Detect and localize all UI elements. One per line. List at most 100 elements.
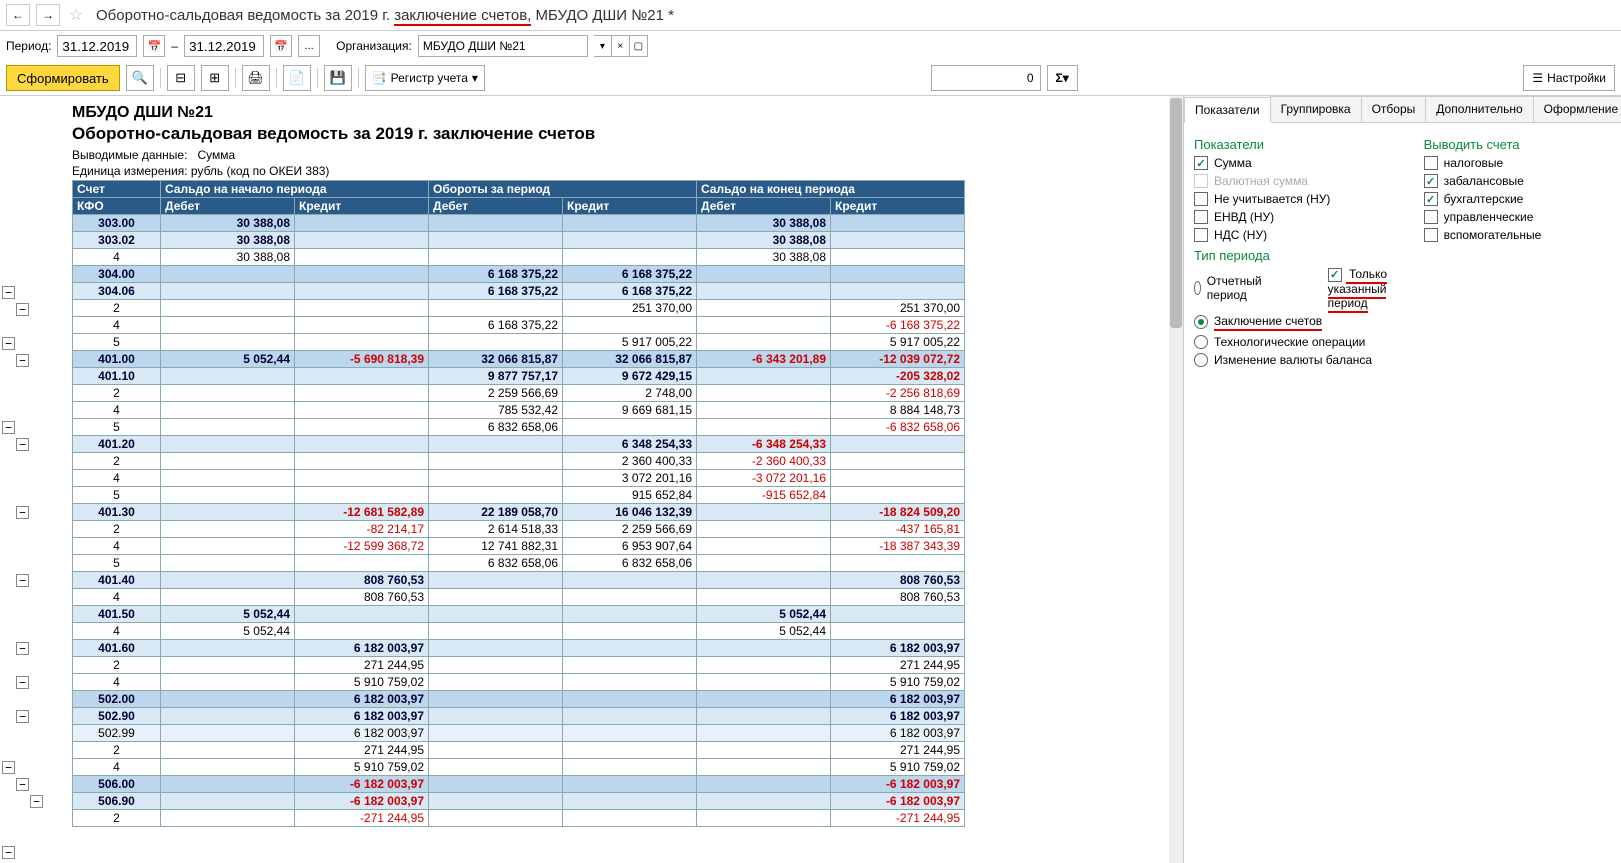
nav-fwd-button[interactable]: → [36, 4, 60, 26]
tab-4[interactable]: Оформление [1533, 96, 1621, 122]
checkbox[interactable] [1194, 192, 1208, 206]
tree-toggle-button[interactable]: − [16, 574, 29, 587]
table-row[interactable]: 2-82 214,172 614 518,332 259 566,69-437 … [73, 521, 965, 538]
table-row[interactable]: 401.40808 760,53808 760,53 [73, 572, 965, 589]
org-open-icon[interactable]: ▢ [630, 35, 648, 57]
table-row[interactable]: 2-271 244,95-271 244,95 [73, 810, 965, 827]
checkbox[interactable] [1424, 192, 1438, 206]
table-row[interactable]: 4785 532,429 669 681,158 884 148,73 [73, 402, 965, 419]
tree-toggle-button[interactable]: − [16, 354, 29, 367]
tree-toggle-button[interactable]: − [16, 778, 29, 791]
checkbox[interactable] [1194, 228, 1208, 242]
balance-table: Счет Сальдо на начало периода Обороты за… [72, 180, 965, 827]
only-period-checkbox[interactable] [1328, 268, 1342, 282]
radio[interactable] [1194, 281, 1201, 295]
tab-1[interactable]: Группировка [1270, 96, 1362, 122]
favorite-star-icon[interactable]: ☆ [66, 5, 86, 25]
table-row[interactable]: 502.006 182 003,976 182 003,97 [73, 691, 965, 708]
save-icon[interactable]: 💾 [324, 65, 352, 91]
tree-toggle-button[interactable]: − [2, 421, 15, 434]
calendar-to-icon[interactable]: 📅 [270, 35, 292, 57]
table-row[interactable]: 401.005 052,44-5 690 818,3932 066 815,87… [73, 351, 965, 368]
table-row[interactable]: 401.606 182 003,976 182 003,97 [73, 640, 965, 657]
table-row[interactable]: 401.206 348 254,33-6 348 254,33 [73, 436, 965, 453]
table-row[interactable]: 304.066 168 375,226 168 375,22 [73, 283, 965, 300]
table-row[interactable]: 303.0030 388,0830 388,08 [73, 215, 965, 232]
date-from-input[interactable] [57, 35, 137, 57]
collapse-icon[interactable]: ⊟ [167, 65, 195, 91]
checkbox[interactable] [1424, 156, 1438, 170]
th-open: Сальдо на начало периода [161, 181, 429, 198]
table-row[interactable]: 22 360 400,33-2 360 400,33 [73, 453, 965, 470]
table-row[interactable]: 506.00-6 182 003,97-6 182 003,97 [73, 776, 965, 793]
tree-toggle-button[interactable]: − [16, 676, 29, 689]
table-row[interactable]: 2271 244,95271 244,95 [73, 742, 965, 759]
tree-toggle-button[interactable]: − [16, 303, 29, 316]
org-dropdown-icon[interactable]: ▾ [594, 35, 612, 57]
tree-toggle-button[interactable]: − [16, 506, 29, 519]
tree-toggle-button[interactable]: − [16, 438, 29, 451]
tree-toggle-button[interactable]: − [2, 337, 15, 350]
checkbox-row: бухгалтерские [1424, 192, 1611, 206]
radio[interactable] [1194, 353, 1208, 367]
table-row[interactable]: 502.906 182 003,976 182 003,97 [73, 708, 965, 725]
table-row[interactable]: 2271 244,95271 244,95 [73, 657, 965, 674]
table-row[interactable]: 56 832 658,06-6 832 658,06 [73, 419, 965, 436]
period-more-button[interactable]: ... [298, 35, 320, 57]
tree-toggle-button[interactable]: − [16, 710, 29, 723]
tree-toggle-button[interactable]: − [2, 286, 15, 299]
search-icon[interactable]: 🔍 [126, 65, 154, 91]
table-row[interactable]: 4808 760,53808 760,53 [73, 589, 965, 606]
radio[interactable] [1194, 335, 1208, 349]
org-clear-icon[interactable]: × [612, 35, 630, 57]
tree-toggle-button[interactable]: − [2, 761, 15, 774]
checkbox[interactable] [1424, 228, 1438, 242]
table-row[interactable]: 430 388,0830 388,08 [73, 249, 965, 266]
table-row[interactable]: 401.30-12 681 582,8922 189 058,7016 046 … [73, 504, 965, 521]
table-row[interactable]: 45 910 759,025 910 759,02 [73, 759, 965, 776]
report-area[interactable]: МБУДО ДШИ №21 Оборотно-сальдовая ведомос… [0, 96, 1183, 863]
tabs: ПоказателиГруппировкаОтборыДополнительно… [1184, 96, 1621, 123]
tree-toggle-button[interactable]: − [30, 795, 43, 808]
table-row[interactable]: 304.006 168 375,226 168 375,22 [73, 266, 965, 283]
tab-0[interactable]: Показатели [1184, 97, 1271, 123]
checkbox-row: Валютная сумма [1194, 174, 1394, 188]
register-button[interactable]: 📑Регистр учета ▾ [365, 65, 485, 91]
settings-button[interactable]: ☰Настройки [1523, 65, 1615, 91]
th-close: Сальдо на конец периода [697, 181, 965, 198]
table-row[interactable]: 4-12 599 368,7212 741 882,316 953 907,64… [73, 538, 965, 555]
date-to-input[interactable] [184, 35, 264, 57]
table-row[interactable]: 45 910 759,025 910 759,02 [73, 674, 965, 691]
tab-3[interactable]: Дополнительно [1425, 96, 1533, 122]
print-icon[interactable]: 🖨 [242, 65, 270, 91]
tree-toggle-button[interactable]: − [16, 642, 29, 655]
checkbox[interactable] [1194, 156, 1208, 170]
scrollbar[interactable] [1169, 96, 1183, 863]
radio[interactable] [1194, 315, 1208, 329]
table-row[interactable]: 56 832 658,066 832 658,06 [73, 555, 965, 572]
tab-2[interactable]: Отборы [1361, 96, 1427, 122]
checkbox[interactable] [1424, 174, 1438, 188]
generate-button[interactable]: Сформировать [6, 65, 120, 91]
table-row[interactable]: 22 259 566,692 748,00-2 256 818,69 [73, 385, 965, 402]
table-row[interactable]: 55 917 005,225 917 005,22 [73, 334, 965, 351]
table-row[interactable]: 46 168 375,22-6 168 375,22 [73, 317, 965, 334]
checkbox[interactable] [1194, 210, 1208, 224]
sigma-button[interactable]: Σ ▾ [1047, 65, 1078, 91]
table-row[interactable]: 43 072 201,16-3 072 201,16 [73, 470, 965, 487]
table-row[interactable]: 45 052,445 052,44 [73, 623, 965, 640]
nav-back-button[interactable]: ← [6, 4, 30, 26]
org-select[interactable]: МБУДО ДШИ №21 [418, 35, 588, 57]
table-row[interactable]: 2251 370,00251 370,00 [73, 300, 965, 317]
preview-icon[interactable]: 📄 [283, 65, 311, 91]
checkbox[interactable] [1424, 210, 1438, 224]
table-row[interactable]: 401.109 877 757,179 672 429,15-205 328,0… [73, 368, 965, 385]
tree-toggle-button[interactable]: − [2, 846, 15, 859]
calendar-from-icon[interactable]: 📅 [143, 35, 165, 57]
table-row[interactable]: 502.996 182 003,976 182 003,97 [73, 725, 965, 742]
table-row[interactable]: 303.0230 388,0830 388,08 [73, 232, 965, 249]
expand-icon[interactable]: ⊞ [201, 65, 229, 91]
table-row[interactable]: 506.90-6 182 003,97-6 182 003,97 [73, 793, 965, 810]
table-row[interactable]: 401.505 052,445 052,44 [73, 606, 965, 623]
table-row[interactable]: 5915 652,84-915 652,84 [73, 487, 965, 504]
